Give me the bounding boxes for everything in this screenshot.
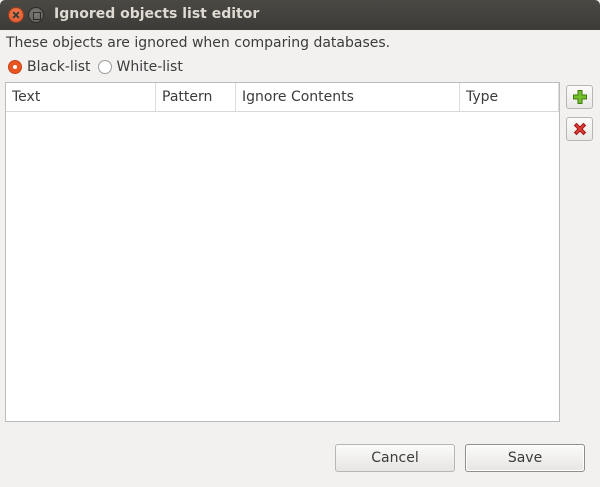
cancel-button[interactable]: Cancel [335, 444, 455, 472]
column-header-pattern[interactable]: Pattern [156, 83, 236, 111]
window-title: Ignored objects list editor [54, 6, 260, 22]
white-list-radio[interactable]: White-list [97, 59, 183, 75]
title-bar: Ignored objects list editor [0, 0, 600, 30]
radio-unchecked-icon [97, 60, 112, 74]
black-list-label: Black-list [27, 59, 91, 75]
remove-icon [573, 122, 587, 136]
column-header-text[interactable]: Text [6, 83, 156, 111]
table-header: Text Pattern Ignore Contents Type [6, 83, 559, 112]
radio-checked-icon [8, 60, 22, 74]
white-list-label: White-list [116, 59, 183, 75]
column-header-type[interactable]: Type [460, 83, 559, 111]
ignored-objects-table[interactable]: Text Pattern Ignore Contents Type [5, 82, 560, 422]
add-icon [573, 90, 587, 104]
dialog-window: Ignored objects list editor These object… [0, 0, 600, 487]
list-mode-radio-group: Black-list White-list [8, 58, 190, 76]
add-entry-button[interactable] [566, 85, 593, 109]
maximize-icon[interactable] [28, 7, 44, 23]
black-list-radio[interactable]: Black-list [8, 59, 91, 75]
column-header-ignore-contents[interactable]: Ignore Contents [236, 83, 460, 111]
description-text: These objects are ignored when comparing… [6, 35, 391, 51]
save-button[interactable]: Save [465, 444, 585, 472]
close-icon[interactable] [8, 7, 24, 23]
remove-entry-button[interactable] [566, 117, 593, 141]
